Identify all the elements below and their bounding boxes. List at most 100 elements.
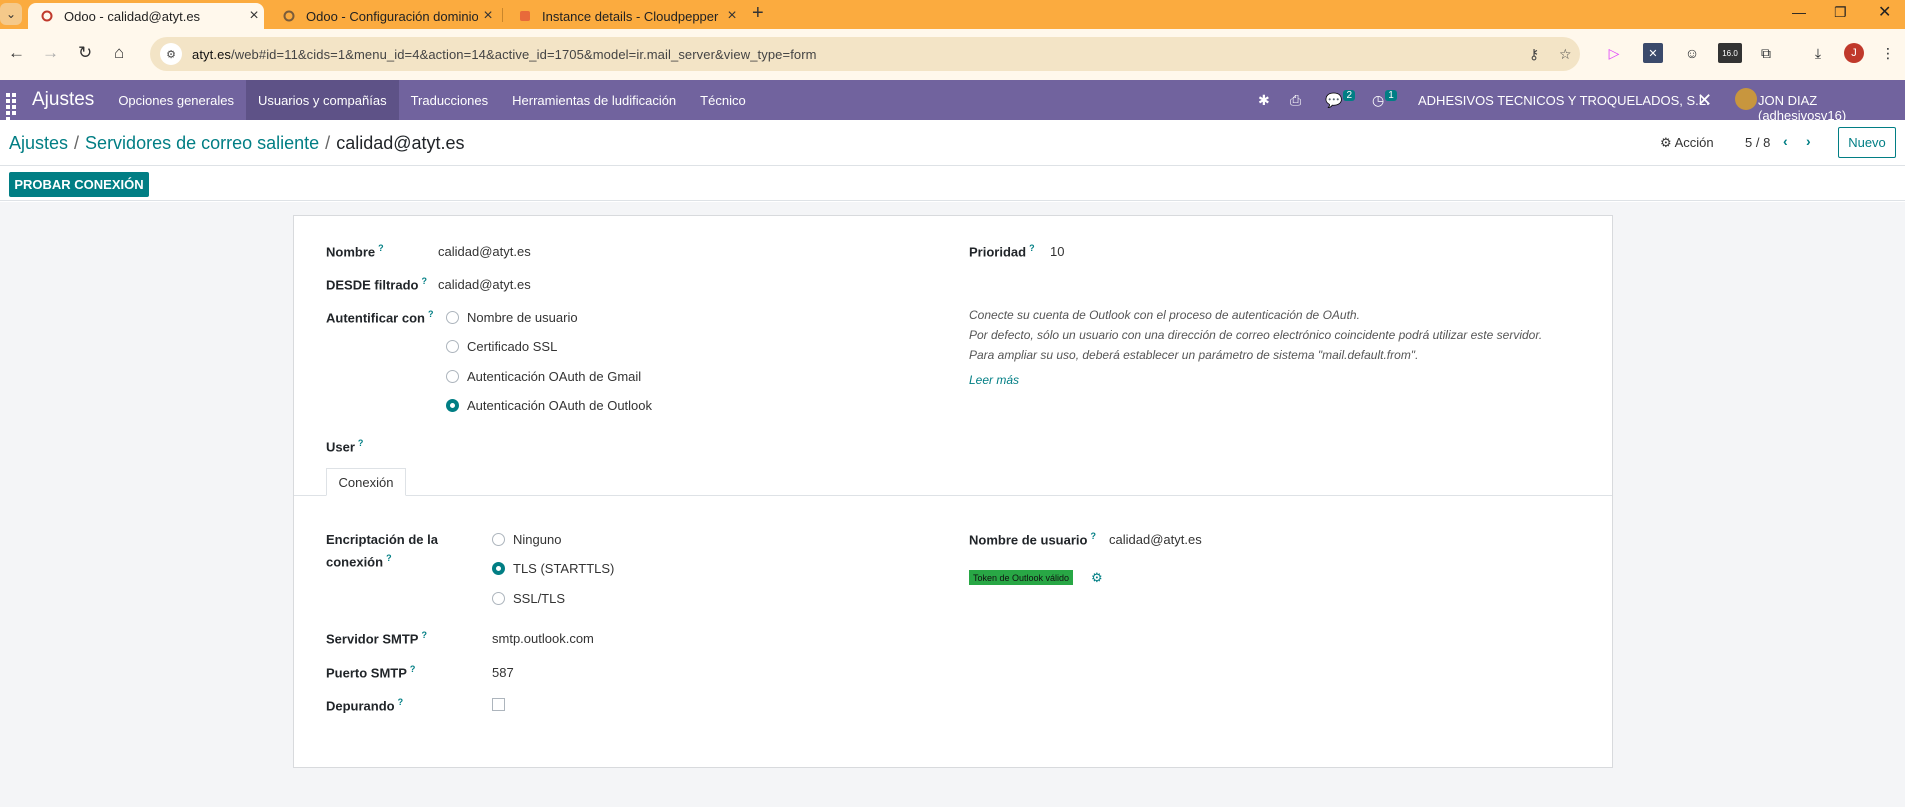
debug-label: Depurando? xyxy=(326,697,404,714)
minimize-icon[interactable]: — xyxy=(1792,4,1806,20)
auth-radio-username[interactable]: Nombre de usuario xyxy=(446,310,578,325)
from-filter-label: DESDE filtrado? xyxy=(326,276,427,293)
address-bar[interactable]: ⚙ atyt.es/web#id=11&cids=1&menu_id=4&act… xyxy=(150,37,1580,71)
home-icon[interactable]: ⌂ xyxy=(114,43,124,63)
from-filter-field[interactable]: calidad@atyt.es xyxy=(438,277,531,292)
radio-circle xyxy=(446,340,459,353)
new-tab-icon[interactable]: + xyxy=(752,2,764,25)
auth-radio-ssl[interactable]: Certificado SSL xyxy=(446,339,557,354)
name-label: Nombre? xyxy=(326,243,384,260)
auth-radio-gmail[interactable]: Autenticación OAuth de Gmail xyxy=(446,369,641,384)
help-tooltip-icon[interactable]: ? xyxy=(410,664,416,674)
url-text[interactable]: atyt.es/web#id=11&cids=1&menu_id=4&actio… xyxy=(192,47,817,62)
debug-checkbox[interactable] xyxy=(492,698,505,711)
pager-value[interactable]: 5 / 8 xyxy=(1745,135,1770,150)
browser-tab[interactable]: Instance details - Cloudpepper × xyxy=(506,3,742,29)
tab-search-icon[interactable]: ⌄ xyxy=(0,3,22,25)
menu-usuarios-companias[interactable]: Usuarios y compañías xyxy=(245,80,399,120)
radio-circle xyxy=(446,311,459,324)
activities-clock-icon[interactable]: ◷ 1 xyxy=(1372,80,1397,120)
breadcrumb-parent[interactable]: Servidores de correo saliente xyxy=(85,133,319,153)
help-tooltip-icon[interactable]: ? xyxy=(386,553,392,563)
menu-opciones-generales[interactable]: Opciones generales xyxy=(106,80,246,120)
download-icon[interactable]: ⤓ xyxy=(1808,43,1828,63)
site-settings-icon[interactable]: ⚙ xyxy=(160,43,182,65)
username-field[interactable]: calidad@atyt.es xyxy=(1109,532,1202,547)
extension-icon[interactable]: ✕ xyxy=(1643,43,1663,63)
help-tooltip-icon[interactable]: ? xyxy=(378,243,384,253)
close-tab-icon[interactable]: × xyxy=(722,7,742,25)
smtp-server-field[interactable]: smtp.outlook.com xyxy=(492,631,594,646)
debug-bug-icon[interactable]: ✱ xyxy=(1258,80,1270,120)
print-icon[interactable]: ⎙ xyxy=(1290,80,1301,120)
close-tab-icon[interactable]: × xyxy=(244,7,264,25)
pager-next-icon[interactable]: › xyxy=(1806,133,1811,149)
help-tooltip-icon[interactable]: ? xyxy=(1029,243,1035,253)
enc-radio-starttls[interactable]: TLS (STARTTLS) xyxy=(492,561,614,576)
breadcrumb-separator: / xyxy=(325,133,331,153)
browser-tab-active[interactable]: Odoo - calidad@atyt.es × xyxy=(28,3,264,29)
notebook-tabs-border xyxy=(294,495,1612,496)
action-menu-button[interactable]: ⚙ Acción xyxy=(1660,135,1714,151)
tools-icon[interactable]: ✕ xyxy=(1697,80,1712,120)
browser-tab-title: Instance details - Cloudpepper xyxy=(542,8,719,24)
messages-icon[interactable]: 💬 2 xyxy=(1325,80,1355,120)
user-avatar[interactable] xyxy=(1735,88,1757,110)
extensions-puzzle-icon[interactable]: ⧉ xyxy=(1756,43,1776,63)
pager-previous-icon[interactable]: ‹ xyxy=(1783,133,1788,149)
reload-icon[interactable]: ↻ xyxy=(78,43,92,63)
auth-radio-outlook[interactable]: Autenticación OAuth de Outlook xyxy=(446,398,652,413)
new-record-button[interactable]: Nuevo xyxy=(1838,127,1896,158)
radio-circle xyxy=(446,370,459,383)
forward-icon[interactable]: → xyxy=(42,43,59,63)
breadcrumb: Ajustes / Servidores de correo saliente / ca… xyxy=(9,133,465,154)
radio-circle-selected xyxy=(492,562,505,575)
smtp-port-field[interactable]: 587 xyxy=(492,665,514,680)
tab-conexion[interactable]: Conexión xyxy=(326,468,406,496)
enc-radio-ssl[interactable]: SSL/TLS xyxy=(492,591,565,606)
back-icon[interactable]: ← xyxy=(8,43,25,63)
priority-label: Prioridad? xyxy=(969,243,1035,260)
help-line: Por defecto, sólo un usuario con una dir… xyxy=(969,328,1543,342)
help-tooltip-icon[interactable]: ? xyxy=(421,276,427,286)
help-tooltip-icon[interactable]: ? xyxy=(358,438,364,448)
menu-tecnico[interactable]: Técnico xyxy=(688,80,758,120)
name-field[interactable]: calidad@atyt.es xyxy=(438,244,531,259)
close-tab-icon[interactable]: × xyxy=(478,7,498,25)
browser-tab[interactable]: Odoo - Configuración dominio × xyxy=(270,3,498,29)
bookmark-star-icon[interactable]: ☆ xyxy=(1559,46,1572,63)
menu-traducciones[interactable]: Traducciones xyxy=(399,80,501,120)
odoo-version-extension-icon[interactable]: 16.0 xyxy=(1718,43,1742,63)
extension-icon[interactable]: ▷ xyxy=(1604,43,1624,63)
test-connection-button[interactable]: PROBAR CONEXIÓN xyxy=(9,172,149,197)
radio-circle-selected xyxy=(446,399,459,412)
help-tooltip-icon[interactable]: ? xyxy=(1090,531,1096,541)
browser-menu-icon[interactable]: ⋮ xyxy=(1878,43,1898,63)
gear-icon[interactable]: ⚙ xyxy=(1091,570,1103,586)
browser-tab-title: Odoo - Configuración dominio xyxy=(306,8,478,24)
breadcrumb-root[interactable]: Ajustes xyxy=(9,133,68,153)
read-more-link[interactable]: Leer más xyxy=(969,373,1019,387)
gear-icon: ⚙ xyxy=(1660,135,1672,150)
cloudpepper-favicon-icon xyxy=(518,9,532,23)
help-tooltip-icon[interactable]: ? xyxy=(398,697,404,707)
help-tooltip-icon[interactable]: ? xyxy=(428,309,434,319)
company-switcher[interactable]: ADHESIVOS TECNICOS Y TROQUELADOS, S.L. xyxy=(1418,93,1710,108)
restore-icon[interactable]: ❐ xyxy=(1834,4,1847,21)
help-tooltip-icon[interactable]: ? xyxy=(421,630,427,640)
menu-herramientas-ludificacion[interactable]: Herramientas de ludificación xyxy=(500,80,688,120)
help-line: Para ampliar su uso, deberá establecer u… xyxy=(969,348,1419,362)
app-menu-icon[interactable] xyxy=(6,93,20,121)
breadcrumb-current: calidad@atyt.es xyxy=(336,133,465,153)
user-menu[interactable]: JON DIAZ (adhesivosv16) xyxy=(1758,93,1905,123)
extension-icon[interactable]: ☺ xyxy=(1682,43,1702,63)
priority-field[interactable]: 10 xyxy=(1050,244,1064,259)
user-label: User? xyxy=(326,438,364,455)
form-statusbar: PROBAR CONEXIÓN xyxy=(0,166,1905,201)
app-brand[interactable]: Ajustes xyxy=(32,89,94,111)
password-key-icon[interactable]: ⚷ xyxy=(1529,46,1539,63)
help-line: Conecte su cuenta de Outlook con el proc… xyxy=(969,308,1360,322)
profile-avatar[interactable]: J xyxy=(1844,43,1864,63)
enc-radio-none[interactable]: Ninguno xyxy=(492,532,561,547)
close-window-icon[interactable]: ✕ xyxy=(1878,2,1891,22)
